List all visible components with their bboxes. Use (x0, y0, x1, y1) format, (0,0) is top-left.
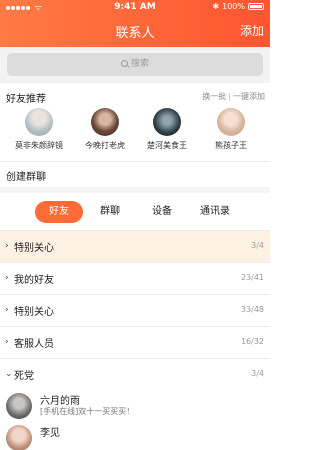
bluetooth-icon: ✱ (212, 2, 220, 11)
avatar (25, 108, 53, 136)
group-name: 特别关心 (14, 243, 54, 254)
group-name: 客服人员 (14, 339, 54, 350)
avatar (153, 108, 181, 136)
recommended-friends: 莫非朱颜辞镜 今晚打老虎 楚河美食王 熊孩子王 (0, 108, 270, 160)
tab-friends[interactable]: 好友 (35, 201, 83, 223)
avatar (217, 108, 245, 136)
friend-card[interactable]: 莫非朱颜辞镜 (4, 108, 74, 151)
group-name: 特别关心 (14, 307, 54, 318)
tab-address-book[interactable]: 通讯录 (190, 201, 240, 223)
group-count: 33/48 (240, 305, 264, 314)
group-count: 3/4 (251, 369, 264, 378)
contact-name: 六月的雨 (40, 396, 80, 407)
add-all-link[interactable]: 一键添加 (233, 92, 265, 101)
group-row[interactable]: › 我的好友 23/41 (0, 262, 270, 294)
contact-item[interactable]: 李见 (0, 422, 270, 450)
friend-name: 楚河美食王 (147, 141, 187, 150)
recommend-label: 好友推荐 (6, 94, 46, 105)
group-count: 23/41 (240, 273, 264, 282)
search-bar-container: 搜索 (0, 47, 270, 83)
avatar (6, 393, 32, 419)
friend-name: 莫非朱颜辞镜 (15, 141, 63, 150)
chevron-down-icon: ⌄ (5, 369, 13, 379)
battery-icon (248, 3, 264, 10)
tab-devices[interactable]: 设备 (140, 201, 184, 223)
friend-name: 熊孩子王 (215, 141, 247, 150)
search-icon (120, 60, 128, 67)
page-title: 联系人 (115, 26, 155, 41)
group-count: 3/4 (251, 241, 264, 250)
recommend-header: 好友推荐 换一批 | 一键添加 (0, 84, 270, 108)
contact-item[interactable]: 六月的雨 [手机在线]双十一买买买！ (0, 390, 270, 422)
group-name: 我的好友 (14, 275, 54, 286)
friend-card[interactable]: 楚河美食王 (132, 108, 202, 151)
add-button[interactable]: 添加 (240, 22, 264, 39)
chevron-right-icon: › (5, 305, 9, 315)
group-name: 死党 (14, 371, 34, 382)
friend-card[interactable]: 今晚打老虎 (70, 108, 140, 151)
group-row[interactable]: › 客服人员 16/32 (0, 326, 270, 358)
section-divider (0, 187, 270, 193)
avatar (6, 425, 32, 450)
battery-percent: 100% (222, 2, 245, 11)
group-row[interactable]: › 特别关心 3/4 (0, 230, 270, 262)
create-group-row[interactable]: 创建群聊 (0, 161, 270, 187)
friend-name: 今晚打老虎 (85, 141, 125, 150)
chevron-right-icon: › (5, 241, 9, 251)
contact-tabs: 好友 群聊 设备 通讯录 (0, 199, 270, 225)
avatar (91, 108, 119, 136)
contact-group-list: › 特别关心 3/4 › 我的好友 23/41 › 特别关心 33/48 › 客… (0, 230, 270, 450)
chevron-right-icon: › (5, 337, 9, 347)
search-placeholder: 搜索 (130, 59, 149, 69)
group-count: 16/32 (240, 337, 264, 346)
divider: | (228, 92, 231, 101)
swap-batch-link[interactable]: 换一批 (202, 92, 226, 101)
tab-groups[interactable]: 群聊 (88, 201, 132, 223)
create-group-label: 创建群聊 (6, 172, 46, 183)
status-bar: ᯤ 9:41 AM ✱ 100% (0, 0, 270, 14)
chevron-right-icon: › (5, 273, 9, 283)
group-row-expanded[interactable]: ⌄ 死党 3/4 (0, 358, 270, 390)
search-input[interactable]: 搜索 (7, 53, 263, 76)
app-header: ᯤ 9:41 AM ✱ 100% 联系人 添加 (0, 0, 270, 47)
group-row[interactable]: › 特别关心 33/48 (0, 294, 270, 326)
contact-status: [手机在线]双十一买买买！ (40, 407, 135, 416)
friend-card[interactable]: 熊孩子王 (196, 108, 266, 151)
contact-name: 李见 (40, 428, 60, 439)
